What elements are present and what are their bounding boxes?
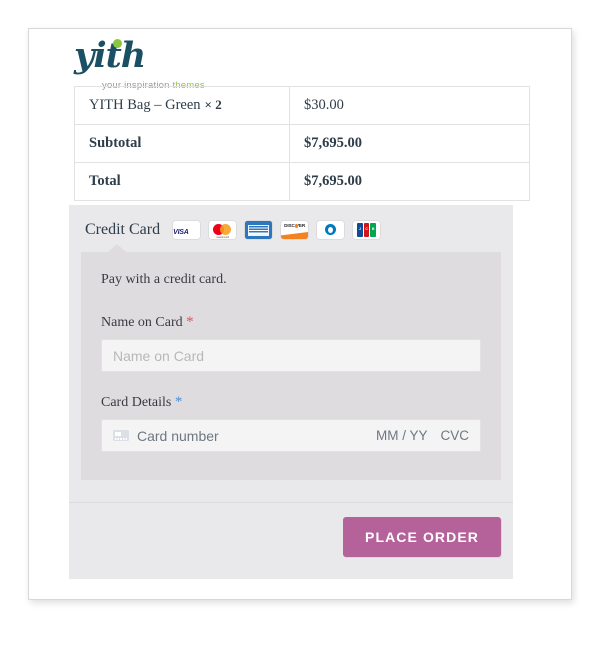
order-total-label: Total	[74, 162, 290, 201]
order-subtotal-label: Subtotal	[74, 124, 290, 163]
visa-card-icon: VISA	[173, 221, 201, 239]
order-item-label: YITH Bag – Green	[89, 97, 201, 113]
place-order-button[interactable]: PLACE ORDER	[343, 517, 501, 557]
checkout-page-card: yith your inspiration themes YITH Bag – …	[28, 28, 572, 600]
table-row: Total $7,695.00	[74, 162, 530, 201]
table-row: Subtotal $7,695.00	[74, 124, 530, 163]
required-asterisk: *	[186, 314, 194, 330]
card-cvc-placeholder[interactable]: CVC	[440, 428, 469, 443]
payment-gateway-label: Credit Card	[85, 221, 161, 238]
credit-card-form-box: Pay with a credit card. Name on Card * C…	[81, 244, 501, 480]
required-asterisk: *	[174, 394, 183, 410]
jcb-card-icon: J C B	[353, 221, 381, 239]
card-details-field-group: Card Details * Card number MM / YY CVC	[101, 394, 481, 452]
card-number-placeholder[interactable]: Card number	[137, 428, 363, 444]
order-subtotal-amount: $7,695.00	[289, 124, 530, 163]
payment-gateway-header[interactable]: Credit Card VISA mastercard DISC VER J C…	[69, 205, 513, 252]
payment-method-panel: Credit Card VISA mastercard DISC VER J C…	[69, 205, 513, 579]
tooltip-arrow-icon	[108, 244, 126, 252]
order-total-amount: $7,695.00	[289, 162, 530, 201]
amex-card-icon	[245, 221, 273, 239]
mastercard-card-icon: mastercard	[209, 221, 237, 239]
card-details-label: Card Details *	[101, 394, 481, 411]
card-expiry-placeholder[interactable]: MM / YY	[376, 428, 428, 443]
name-on-card-field-group: Name on Card *	[101, 314, 481, 372]
site-logo[interactable]: yith your inspiration themes	[74, 37, 214, 92]
discover-card-icon: DISC VER	[281, 221, 309, 239]
name-on-card-label-text: Name on Card	[101, 315, 183, 330]
card-details-label-text: Card Details	[101, 395, 172, 410]
logo-dot-icon	[113, 39, 122, 48]
logo-wordmark-text: yith	[74, 35, 146, 76]
logo-wordmark: yith	[74, 37, 214, 75]
table-row: YITH Bag – Green × 2 $30.00	[74, 86, 530, 125]
payment-panel-footer: PLACE ORDER	[69, 502, 513, 579]
card-details-input[interactable]: Card number MM / YY CVC	[101, 419, 481, 452]
payment-description: Pay with a credit card.	[101, 272, 227, 287]
order-summary-table: YITH Bag – Green × 2 $30.00 Subtotal $7,6…	[74, 86, 530, 201]
name-on-card-label: Name on Card *	[101, 314, 481, 331]
diners-club-card-icon	[317, 221, 345, 239]
name-on-card-input[interactable]	[101, 339, 481, 372]
order-item-name: YITH Bag – Green × 2	[74, 86, 290, 125]
credit-card-icon	[113, 430, 129, 441]
order-item-amount: $30.00	[289, 86, 530, 125]
order-item-qty: × 2	[204, 97, 222, 112]
